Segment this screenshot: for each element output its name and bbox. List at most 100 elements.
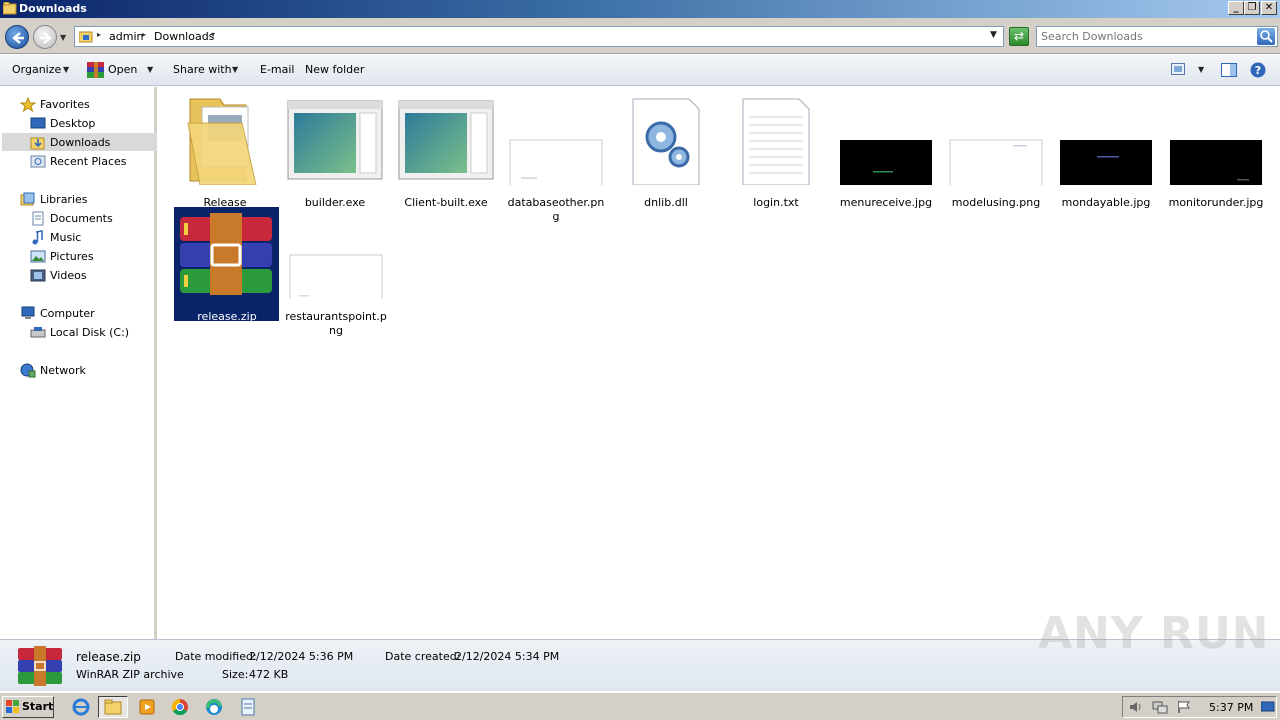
winrar-archive-icon xyxy=(18,646,62,689)
hard-drive-icon xyxy=(30,325,46,340)
detail-file-type: WinRAR ZIP archive xyxy=(76,668,184,681)
nav-libraries[interactable]: Libraries xyxy=(20,190,88,208)
close-button[interactable]: ✕ xyxy=(1261,1,1277,15)
nav-downloads[interactable]: Downloads xyxy=(2,133,157,151)
nav-favorites[interactable]: Favorites xyxy=(19,95,90,113)
taskbar: Start 5:37 PM xyxy=(0,692,1280,720)
file-item-release-zip[interactable]: release.zip xyxy=(174,207,280,323)
file-item-login-txt[interactable]: login.txt xyxy=(723,93,829,209)
edge-taskbar-button[interactable] xyxy=(199,696,229,718)
internet-explorer-taskbar-button[interactable] xyxy=(66,696,96,718)
back-arrow-icon xyxy=(12,32,24,44)
share-with-button[interactable]: Share with xyxy=(173,63,232,76)
open-button[interactable]: Open xyxy=(108,63,137,76)
nav-label: Desktop xyxy=(50,116,96,130)
file-item-client-built-exe[interactable]: Client-built.exe xyxy=(393,93,499,209)
nav-videos[interactable]: Videos xyxy=(30,266,87,284)
chevron-down-icon[interactable]: ▼ xyxy=(147,65,153,74)
chevron-down-icon[interactable]: ▾ xyxy=(211,30,215,39)
file-item-databaseother-png[interactable]: databaseother.png xyxy=(503,93,609,223)
nav-label: Network xyxy=(40,363,86,377)
file-name: Client-built.exe xyxy=(404,196,488,209)
show-desktop-icon[interactable] xyxy=(1260,701,1275,716)
explorer-taskbar-button[interactable] xyxy=(98,696,128,718)
notepad-taskbar-button[interactable] xyxy=(233,696,263,718)
chevron-down-icon[interactable]: ▼ xyxy=(63,65,69,74)
application-window-icon xyxy=(393,93,499,185)
nav-computer[interactable]: Computer xyxy=(20,304,95,322)
back-button[interactable] xyxy=(5,25,29,49)
file-name: restaurantspoint.png xyxy=(285,310,387,337)
minimize-button[interactable]: _ xyxy=(1228,1,1244,15)
clock[interactable]: 5:37 PM xyxy=(1209,701,1253,714)
breadcrumb-downloads[interactable]: Downloads xyxy=(154,30,214,43)
image-thumbnail-icon xyxy=(833,93,939,186)
chrome-taskbar-button[interactable] xyxy=(165,696,195,718)
preview-pane-icon[interactable] xyxy=(1221,63,1237,80)
file-item-modelusing-png[interactable]: modelusing.png xyxy=(943,93,1049,209)
file-item-builder-exe[interactable]: builder.exe xyxy=(282,93,388,209)
refresh-button[interactable]: ⇄ xyxy=(1009,27,1029,46)
file-name: menureceive.jpg xyxy=(839,196,933,209)
breadcrumb-admin[interactable]: admin xyxy=(109,30,143,43)
chevron-down-icon[interactable]: ▼ xyxy=(1198,65,1204,74)
title-bar[interactable]: Downloads _ ❐ ✕ xyxy=(0,0,1280,18)
email-button[interactable]: E-mail xyxy=(260,63,295,76)
nav-label: Libraries xyxy=(40,192,88,206)
dll-gear-icon xyxy=(613,93,719,186)
media-player-icon xyxy=(139,699,155,715)
chrome-icon xyxy=(171,698,188,716)
chevron-down-icon[interactable]: ▼ xyxy=(232,65,238,74)
address-row: ▼ ▸ admin ▸ Downloads ▾ ▼ ⇄ xyxy=(0,18,1280,54)
nav-local-disk[interactable]: Local Disk (C:) xyxy=(30,323,129,341)
new-folder-button[interactable]: New folder xyxy=(305,63,364,76)
change-view-icon[interactable] xyxy=(1171,63,1185,78)
search-input[interactable] xyxy=(1041,29,1251,44)
network-status-icon[interactable] xyxy=(1152,700,1168,717)
media-player-taskbar-button[interactable] xyxy=(132,696,162,718)
file-item-dnlib-dll[interactable]: dnlib.dll xyxy=(613,93,719,209)
folder-icon xyxy=(78,30,93,46)
nav-pictures[interactable]: Pictures xyxy=(30,247,94,265)
forward-button[interactable] xyxy=(33,25,57,49)
address-bar[interactable]: ▸ admin ▸ Downloads ▾ ▼ xyxy=(74,26,1004,47)
nav-network[interactable]: Network xyxy=(20,361,86,379)
file-item-restaurantspoint-png[interactable]: restaurantspoint.png xyxy=(283,207,389,337)
nav-label: Pictures xyxy=(50,249,94,263)
detail-size-label: Size: xyxy=(222,668,249,681)
start-button[interactable]: Start xyxy=(2,696,54,718)
restore-button[interactable]: ❐ xyxy=(1244,1,1260,15)
nav-music[interactable]: Music xyxy=(30,228,81,246)
star-icon xyxy=(19,96,37,112)
file-item-monitorunder-jpg[interactable]: monitorunder.jpg xyxy=(1163,93,1269,209)
nav-recent-places[interactable]: Recent Places xyxy=(30,152,127,170)
refresh-icon: ⇄ xyxy=(1013,29,1025,43)
pictures-icon xyxy=(30,249,46,264)
winrar-archive-icon xyxy=(174,207,280,299)
system-tray: 5:37 PM xyxy=(1122,696,1277,718)
file-item-menureceive-jpg[interactable]: menureceive.jpg xyxy=(833,93,939,209)
address-dropdown-icon[interactable]: ▼ xyxy=(990,30,997,40)
file-name: login.txt xyxy=(753,196,799,209)
folder-icon xyxy=(172,93,278,186)
organize-button[interactable]: Organize xyxy=(12,63,61,76)
search-icon[interactable] xyxy=(1257,28,1275,45)
action-center-flag-icon[interactable] xyxy=(1176,700,1192,717)
command-bar: Organize ▼ Open ▼ Share with ▼ E-mail Ne… xyxy=(0,55,1280,86)
forward-arrow-icon xyxy=(40,32,52,44)
file-list[interactable]: Release builder.exe Client-built.exe dat… xyxy=(160,87,1280,639)
search-box[interactable] xyxy=(1036,26,1278,47)
nav-documents[interactable]: Documents xyxy=(30,209,113,227)
file-item-mondayable-jpg[interactable]: mondayable.jpg xyxy=(1053,93,1159,209)
nav-desktop[interactable]: Desktop xyxy=(30,114,95,132)
file-item-release-folder[interactable]: Release xyxy=(172,93,278,209)
volume-icon[interactable] xyxy=(1128,700,1144,717)
help-icon[interactable]: ? xyxy=(1250,62,1266,81)
chevron-right-icon[interactable]: ▸ xyxy=(142,30,146,39)
navigation-pane: Favorites Desktop Downloads Recent Place… xyxy=(0,87,157,639)
history-dropdown-icon[interactable]: ▼ xyxy=(60,33,66,42)
music-icon xyxy=(30,229,46,245)
chevron-right-icon[interactable]: ▸ xyxy=(97,30,101,39)
image-thumbnail-icon xyxy=(1163,93,1269,186)
start-label: Start xyxy=(22,700,54,713)
